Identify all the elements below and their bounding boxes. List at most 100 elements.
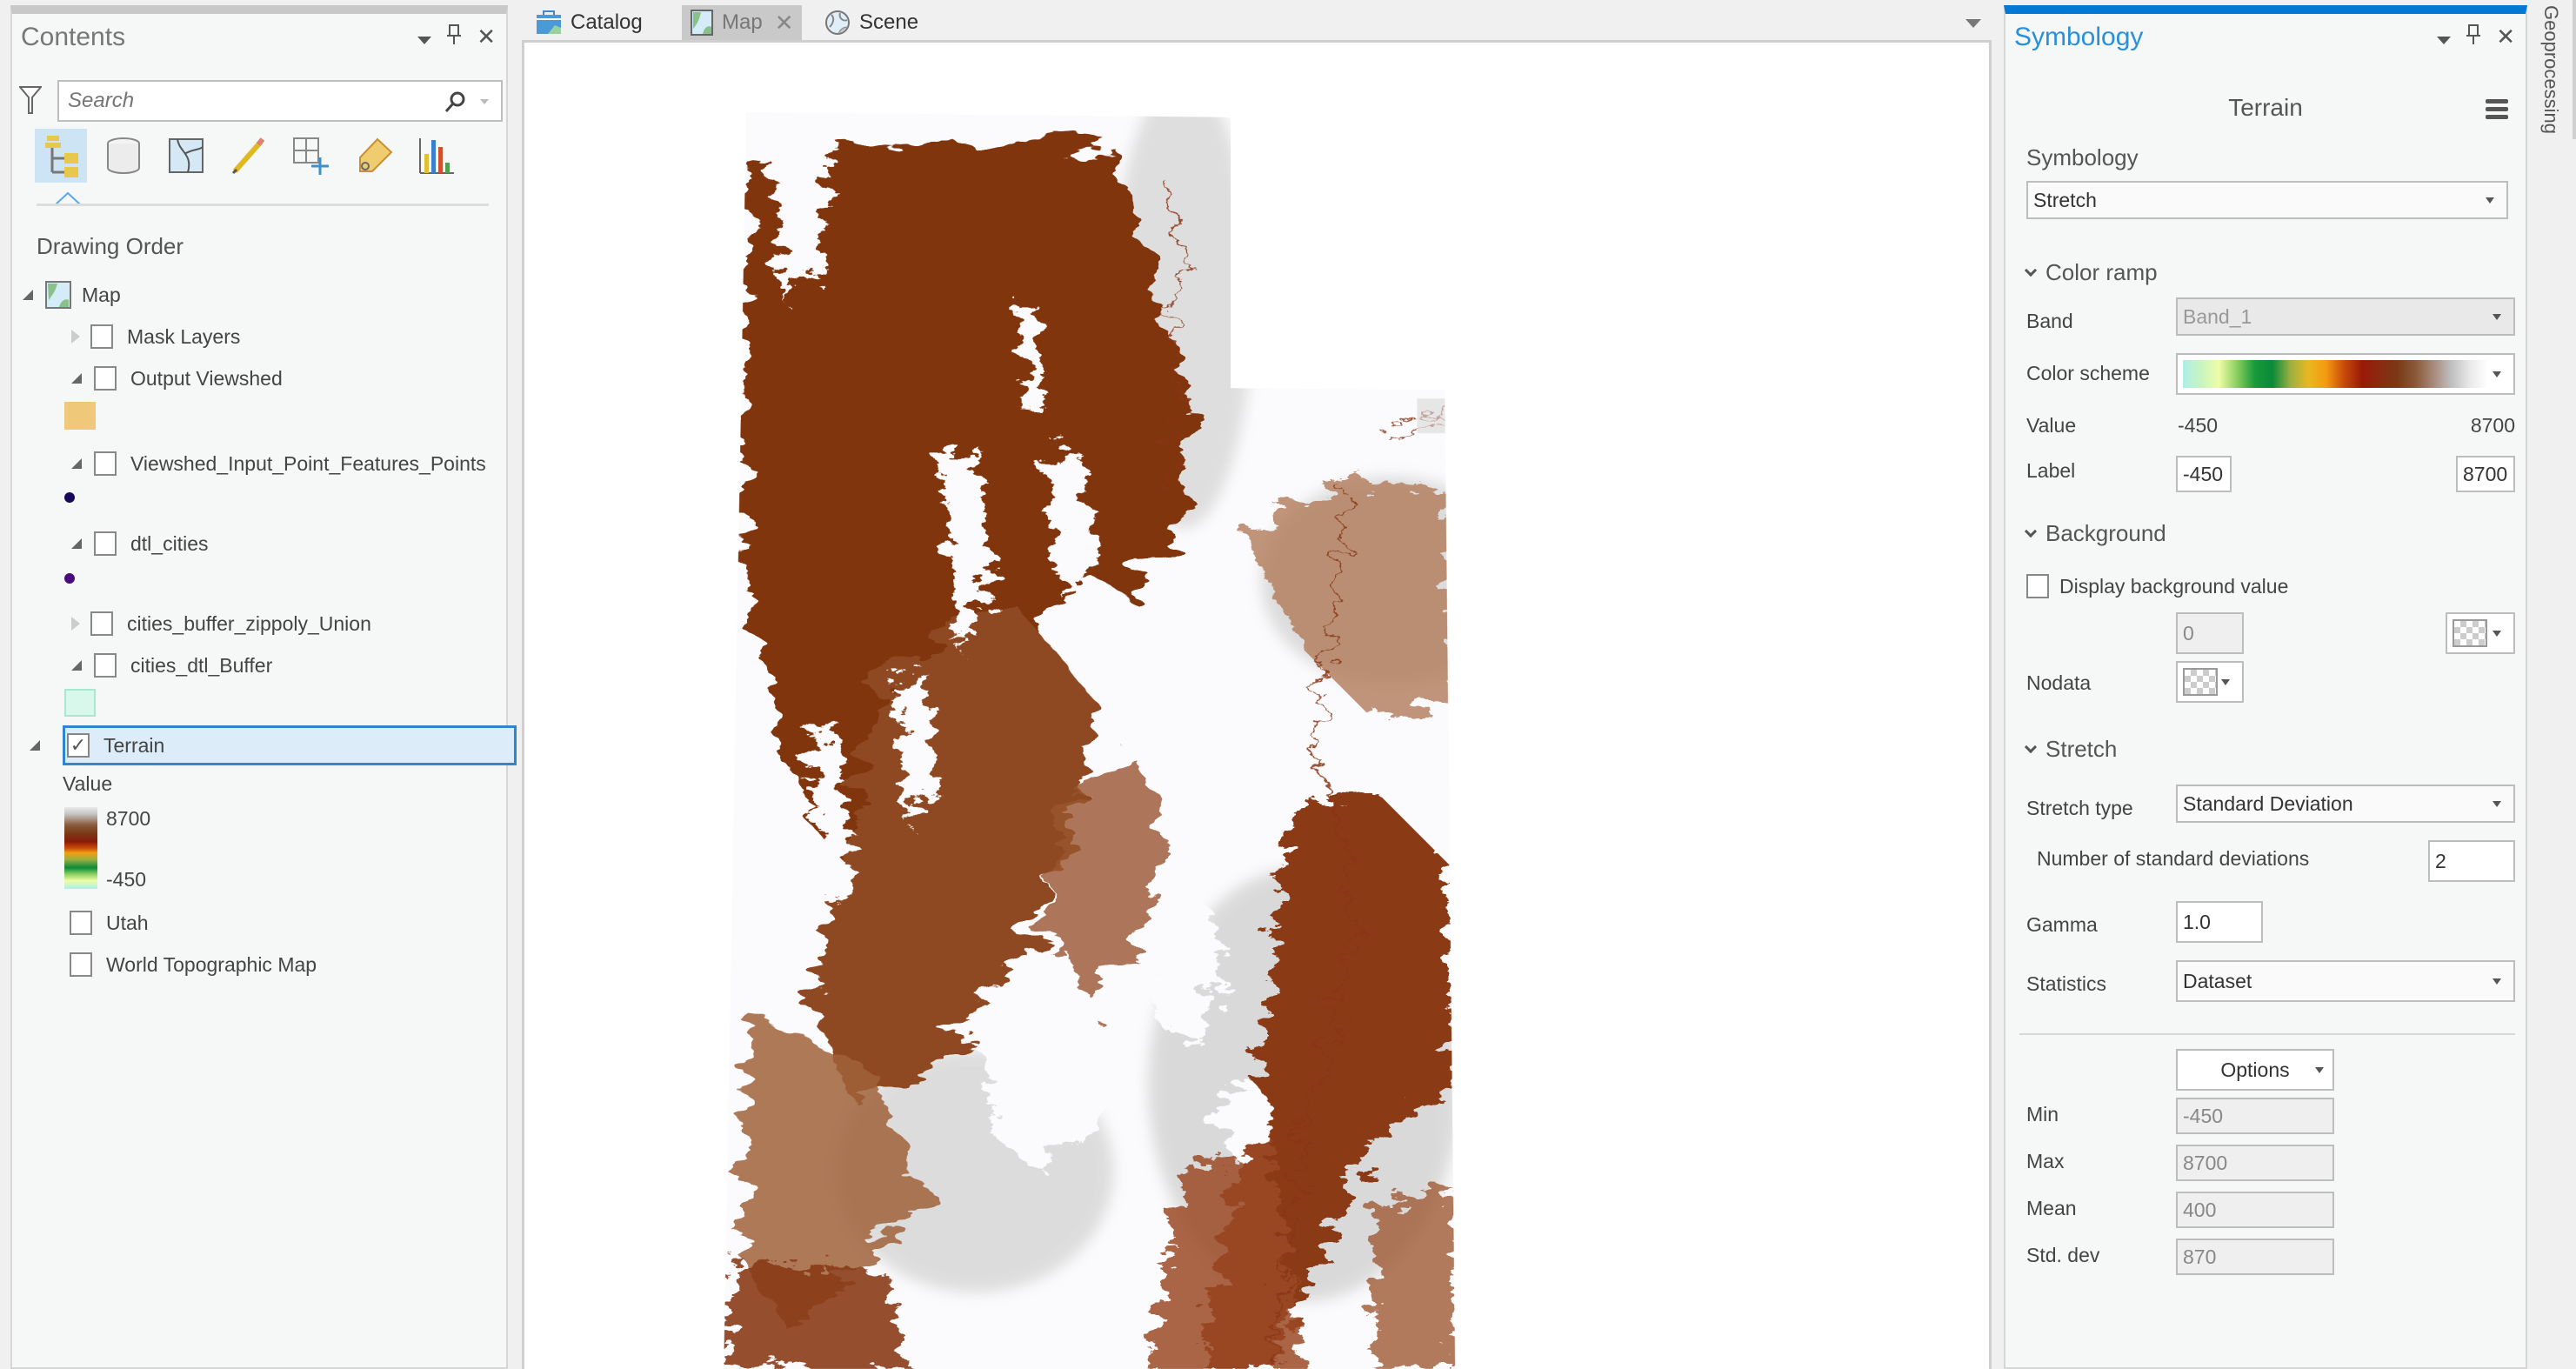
expand-expanded-icon[interactable]: [71, 538, 82, 549]
pane-options-dropdown-icon[interactable]: [417, 25, 432, 48]
close-icon[interactable]: ✕: [477, 25, 496, 48]
toc-layer-cities-buffer-zippoly-union[interactable]: cities_buffer_zippoly_Union: [71, 605, 371, 642]
toc-layer-utah[interactable]: Utah: [47, 905, 149, 941]
tab-overflow-dropdown-icon[interactable]: [1965, 19, 1981, 28]
label-min-input[interactable]: -450: [2176, 456, 2232, 492]
expand-expanded-icon[interactable]: [30, 740, 40, 751]
expand-expanded-icon[interactable]: [71, 373, 82, 384]
layer-visibility-checkbox[interactable]: [90, 324, 113, 349]
display-background-checkbox[interactable]: [2026, 574, 2049, 598]
stretch-type-value: Standard Deviation: [2183, 791, 2353, 815]
layer-visibility-checkbox[interactable]: [94, 451, 117, 476]
geoprocessing-tab-label: Geoprocessing: [2540, 5, 2562, 134]
pin-icon[interactable]: [447, 24, 462, 49]
layer-visibility-checkbox[interactable]: [94, 366, 117, 391]
layer-visibility-checkbox[interactable]: [70, 952, 92, 977]
close-icon[interactable]: ✕: [2496, 25, 2515, 48]
legend-color-ramp[interactable]: [64, 807, 97, 889]
polygon-symbol-swatch[interactable]: [64, 402, 96, 430]
list-by-drawing-order-button[interactable]: [35, 129, 87, 183]
toc-layer-output-viewshed[interactable]: Output Viewshed: [71, 360, 283, 397]
layer-visibility-checkbox[interactable]: [90, 611, 113, 636]
stretch-type-dropdown[interactable]: Standard Deviation: [2176, 785, 2515, 823]
layer-name: Viewshed_Input_Point_Features_Points: [130, 451, 486, 475]
stat-max-field[interactable]: 8700: [2176, 1145, 2334, 1181]
label-label: Label: [2026, 459, 2076, 482]
search-options-dropdown-icon[interactable]: [480, 99, 489, 104]
map-icon: [45, 281, 71, 309]
toc-layer-terrain-selected[interactable]: ✓ Terrain: [63, 725, 517, 765]
close-tab-icon[interactable]: ✕: [775, 10, 794, 37]
polygon-symbol-swatch[interactable]: [64, 689, 96, 717]
expand-map-icon[interactable]: [23, 290, 33, 300]
hamburger-menu-icon[interactable]: [2486, 99, 2508, 123]
list-by-editing-button[interactable]: [223, 129, 275, 183]
toc-layer-viewshed-input-points[interactable]: Viewshed_Input_Point_Features_Points: [71, 445, 486, 482]
map-view[interactable]: [522, 40, 1992, 1369]
filter-icon[interactable]: [19, 85, 42, 115]
list-by-charts-button[interactable]: [410, 129, 463, 183]
expand-collapsed-icon[interactable]: [71, 617, 80, 631]
num-std-dev-input[interactable]: 2: [2428, 840, 2515, 882]
tab-catalog[interactable]: Catalog: [527, 5, 651, 40]
symbology-type-dropdown[interactable]: Stretch: [2026, 181, 2508, 219]
stat-mean-value: 400: [2183, 1198, 2217, 1221]
expand-expanded-icon[interactable]: [71, 660, 82, 671]
background-color-picker[interactable]: [2446, 612, 2515, 654]
legend-high-value: 8700: [106, 807, 151, 830]
search-box[interactable]: [57, 80, 503, 122]
statistics-dropdown[interactable]: Dataset: [2176, 960, 2515, 1002]
statistics-value: Dataset: [2183, 969, 2252, 992]
search-icon[interactable]: [444, 90, 466, 115]
point-symbol-swatch[interactable]: [64, 492, 75, 503]
pin-icon[interactable]: [2466, 24, 2481, 49]
stat-min-field[interactable]: -450: [2176, 1098, 2334, 1134]
toc-layer-cities-dtl-buffer[interactable]: cities_dtl_Buffer: [71, 647, 272, 684]
list-by-selection-button[interactable]: [160, 129, 212, 183]
options-dropdown-button[interactable]: Options: [2176, 1049, 2334, 1091]
pane-options-dropdown-icon[interactable]: [2437, 25, 2452, 48]
color-ramp-section-toggle[interactable]: Color ramp: [2024, 259, 2158, 286]
display-background-row[interactable]: Display background value: [2026, 574, 2288, 598]
band-value: Band_1: [2183, 304, 2252, 328]
terrain-raster-map[interactable]: [524, 43, 1989, 1369]
chevron-down-icon: [2024, 740, 2038, 753]
map-label: Map: [82, 283, 121, 306]
list-by-labeling-button[interactable]: [348, 129, 400, 183]
list-by-labeling-icon: [359, 137, 393, 172]
background-section-toggle[interactable]: Background: [2024, 520, 2166, 547]
toc-map-node[interactable]: Map: [23, 277, 121, 313]
geoprocessing-side-tab[interactable]: Geoprocessing: [2536, 5, 2571, 144]
gamma-input[interactable]: 1.0: [2176, 901, 2263, 943]
side-tab-indicator: [2573, 0, 2576, 139]
layer-visibility-checkbox[interactable]: [94, 653, 117, 678]
toc-layer-mask-layers[interactable]: Mask Layers: [71, 318, 240, 355]
expand-expanded-icon[interactable]: [71, 458, 82, 469]
tab-map-active[interactable]: Map ✕: [682, 5, 803, 40]
label-max-input[interactable]: 8700: [2456, 456, 2515, 492]
list-by-data-source-button[interactable]: [97, 129, 150, 183]
tab-label: Map: [722, 10, 763, 34]
point-symbol-swatch[interactable]: [64, 573, 75, 584]
band-dropdown[interactable]: Band_1: [2176, 297, 2515, 336]
layer-visibility-checkbox[interactable]: [70, 911, 92, 935]
stat-stddev-value: 870: [2183, 1245, 2217, 1268]
stat-mean-field[interactable]: 400: [2176, 1192, 2334, 1228]
toc-layer-dtl-cities[interactable]: dtl_cities: [71, 525, 208, 562]
color-scheme-dropdown[interactable]: [2176, 353, 2515, 395]
statistics-label: Statistics: [2026, 972, 2107, 995]
layer-visibility-checkbox[interactable]: [94, 531, 117, 556]
stat-stddev-field[interactable]: 870: [2176, 1239, 2334, 1275]
layer-visibility-checkbox-checked[interactable]: ✓: [67, 733, 90, 758]
list-by-snapping-button[interactable]: [285, 129, 337, 183]
legend-low-value: -450: [106, 868, 147, 891]
num-std-dev-value: 2: [2435, 849, 2446, 872]
nodata-color-picker[interactable]: [2176, 661, 2244, 703]
search-input[interactable]: [68, 89, 433, 113]
expand-collapsed-icon[interactable]: [71, 330, 80, 344]
value-min: -450: [2178, 414, 2219, 437]
toc-layer-world-topographic-map[interactable]: World Topographic Map: [47, 946, 317, 983]
stretch-section-toggle[interactable]: Stretch: [2024, 736, 2117, 763]
background-value-input[interactable]: 0: [2176, 612, 2244, 654]
tab-scene[interactable]: Scene: [816, 5, 927, 40]
